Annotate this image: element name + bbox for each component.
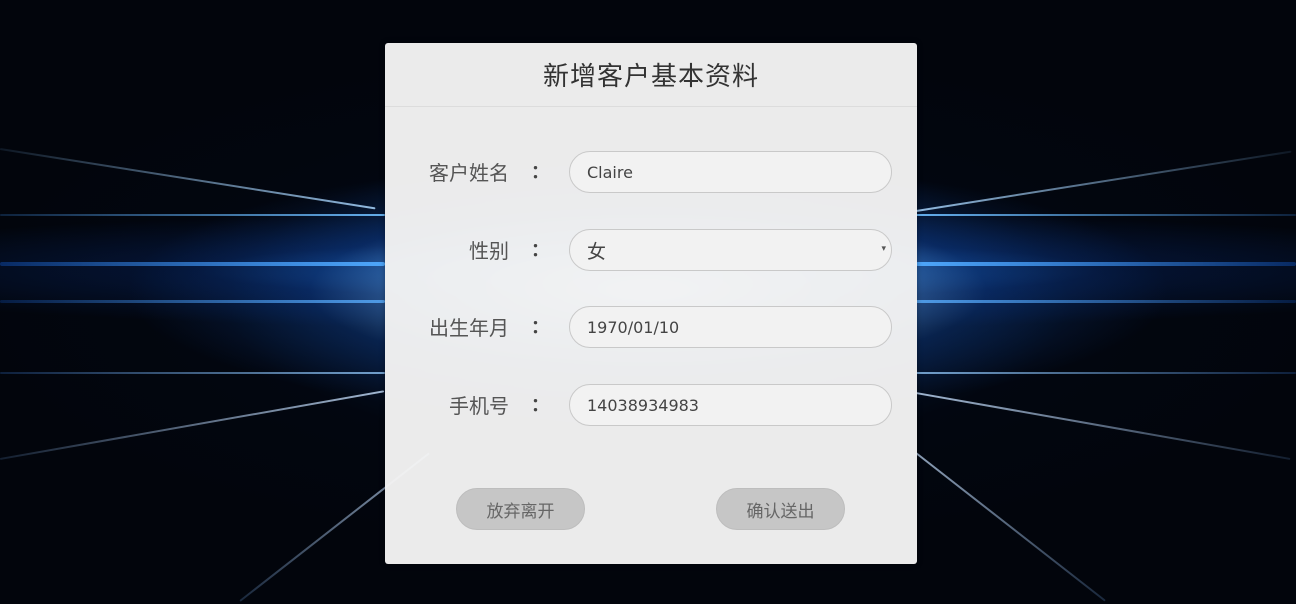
form-row-name: 客户姓名 ： [385,151,917,195]
gender-select[interactable]: 女 ▾ [569,229,892,271]
submit-button[interactable]: 确认送出 [716,488,845,530]
colon: ： [531,317,549,338]
light-streak [0,300,385,303]
new-customer-form: 新增客户基本资料 客户姓名 ： 性别 ： 女 ▾ 出生年月 ： 手机号 ： 放弃… [385,43,917,564]
light-streak [915,452,1106,602]
colon: ： [531,240,549,261]
light-streak [0,262,385,266]
light-streak [0,372,385,374]
colon: ： [531,395,549,416]
light-streak [916,262,1296,266]
cancel-button[interactable]: 放弃离开 [456,488,585,530]
form-row-birth: 出生年月 ： [385,306,917,350]
birth-date-input[interactable] [569,306,892,348]
gender-label: 性别 [469,239,509,263]
form-row-phone: 手机号 ： [385,384,917,428]
customer-name-input[interactable] [569,151,892,193]
light-streak [916,372,1296,374]
background-scene: 新增客户基本资料 客户姓名 ： 性别 ： 女 ▾ 出生年月 ： 手机号 ： 放弃… [0,0,1296,604]
light-streak [916,300,1296,303]
form-header: 新增客户基本资料 [385,43,917,107]
light-streak [0,390,385,460]
light-streak [916,214,1296,216]
light-streak [915,392,1291,460]
light-streak [915,150,1292,212]
colon: ： [531,162,549,183]
gender-selected-value: 女 [587,240,607,263]
form-title: 新增客户基本资料 [542,62,759,92]
name-label: 客户姓名 [429,161,509,185]
light-streak [0,148,376,210]
form-row-gender: 性别 ： 女 ▾ [385,229,917,273]
chevron-down-icon: ▾ [881,244,886,254]
phone-input[interactable] [569,384,892,426]
birth-label: 出生年月 [429,316,509,340]
light-streak [0,214,385,216]
phone-label: 手机号 [449,394,509,418]
